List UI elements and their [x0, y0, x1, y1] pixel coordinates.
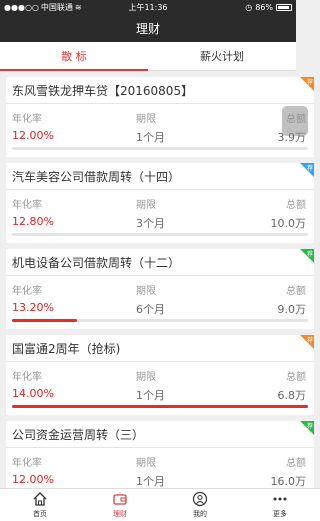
battery-icon [276, 3, 292, 11]
battery-info: ◷ 86% [245, 3, 292, 12]
period-label: 期限 [136, 458, 156, 469]
loan-card[interactable]: 国富通2周年（抢标) 荐 年化率 期限 总额 14.00% 1个月 6.8万 [6, 335, 314, 415]
period-value: 6个月 [136, 303, 165, 316]
total-label: 总额 [286, 286, 306, 297]
rate-value: 14.00% [12, 387, 54, 400]
period-label: 期限 [136, 200, 156, 211]
divider [6, 361, 314, 362]
badge-text: 荐 [306, 423, 313, 430]
page-title: 理财 [135, 21, 160, 36]
progress-track [12, 319, 308, 322]
total-value: 16.0万 [270, 475, 307, 488]
progress-fill [12, 405, 308, 408]
total-value: 9.0万 [277, 303, 307, 316]
tab-sanbiao[interactable]: 散 标 [0, 42, 148, 71]
recommend-badge: 荐 [300, 421, 314, 435]
carrier-info: ●●●○○ 中国联通 ≋ [4, 2, 82, 13]
recommend-badge: 荐 [300, 335, 314, 349]
bottom-nav-label: 更多 [273, 510, 287, 518]
rate-label: 年化率 [12, 372, 42, 383]
loan-title: 汽车美容公司借款周转（十四） [12, 170, 181, 184]
rate-label: 年化率 [12, 286, 42, 297]
loan-title: 公司资金运营周转（三） [12, 428, 145, 442]
recommend-badge: 荐 [300, 249, 314, 263]
bottom-nav-home[interactable]: 首页 [0, 489, 80, 521]
more-icon [273, 497, 287, 501]
bottom-nav-label: 我的 [193, 510, 207, 518]
period-label: 期限 [136, 372, 156, 383]
signal-icon: ●●●○○ [4, 2, 39, 12]
loan-card[interactable]: 公司资金运营周转（三） 荐 年化率 期限 总额 12.00% 1个月 16.0万 [6, 421, 314, 488]
bottom-nav-mine[interactable]: 我的 [160, 489, 240, 521]
period-label: 期限 [136, 114, 156, 125]
bottom-nav: 首页 理财 我的 更多 [0, 488, 320, 521]
loan-card[interactable]: 汽车美容公司借款周转（十四） 荐 年化率 期限 总额 12.80% 3个月 10… [6, 163, 314, 243]
period-value: 1个月 [136, 131, 165, 144]
rate-value: 12.00% [12, 473, 54, 486]
wifi-icon: ≋ [74, 2, 82, 12]
recommend-badge: 荐 [300, 163, 314, 177]
divider [6, 447, 314, 448]
badge-text: 荐 [306, 79, 313, 86]
divider [6, 103, 314, 104]
progress-track [12, 233, 308, 236]
progress-track [12, 405, 308, 408]
loan-card[interactable]: 东风雪铁龙押车贷【20160805】 荐 年化率 期限 总额 12.00% 1个… [6, 77, 314, 157]
user-icon [192, 491, 208, 507]
period-value: 1个月 [136, 389, 165, 402]
carrier-name: 中国联通 [40, 2, 73, 12]
period-value: 3个月 [136, 217, 165, 230]
status-bar: ●●●○○ 中国联通 ≋ 上午11:36 ◷ 86% [0, 0, 296, 14]
period-label: 期限 [136, 286, 156, 297]
recommend-badge: 荐 [300, 77, 314, 91]
total-label: 总额 [286, 200, 306, 211]
loan-title: 机电设备公司借款周转（十二） [12, 256, 181, 270]
rate-label: 年化率 [12, 458, 42, 469]
loan-title: 东风雪铁龙押车贷【20160805】 [12, 84, 194, 98]
total-value: 6.8万 [277, 389, 307, 402]
loan-list[interactable]: 东风雪铁龙押车贷【20160805】 荐 年化率 期限 总额 12.00% 1个… [0, 71, 320, 488]
rate-label: 年化率 [12, 114, 42, 125]
badge-text: 荐 [306, 251, 313, 258]
badge-text: 荐 [306, 337, 313, 344]
rate-label: 年化率 [12, 200, 42, 211]
bottom-nav-more[interactable]: 更多 [240, 489, 320, 521]
progress-fill [12, 319, 78, 322]
wallet-icon [113, 494, 127, 505]
loan-title: 国富通2周年（抢标) [12, 342, 121, 356]
tab-xinhuo-plan[interactable]: 薪火计划 [148, 42, 296, 70]
bottom-nav-label: 理财 [113, 510, 127, 518]
rate-value: 12.00% [12, 129, 54, 142]
total-label: 总额 [286, 372, 306, 383]
rate-value: 13.20% [12, 301, 54, 314]
divider [6, 189, 314, 190]
bottom-nav-licai[interactable]: 理财 [80, 489, 160, 521]
bottom-nav-label: 首页 [33, 510, 47, 518]
period-value: 1个月 [136, 475, 165, 488]
total-value: 10.0万 [270, 217, 307, 230]
loan-card[interactable]: 机电设备公司借款周转（十二） 荐 年化率 期限 总额 13.20% 6个月 9.… [6, 249, 314, 329]
home-icon [33, 492, 47, 506]
badge-text: 荐 [306, 165, 313, 172]
alarm-icon: ◷ [245, 2, 253, 12]
nav-bar: 理财 [0, 14, 296, 42]
total-label: 总额 [286, 458, 306, 469]
progress-track [12, 147, 308, 150]
battery-percent: 86% [255, 2, 273, 12]
divider [6, 275, 314, 276]
floating-assist-button[interactable] [282, 106, 308, 136]
rate-value: 12.80% [12, 215, 54, 228]
tab-bar: 散 标 薪火计划 [0, 42, 296, 71]
